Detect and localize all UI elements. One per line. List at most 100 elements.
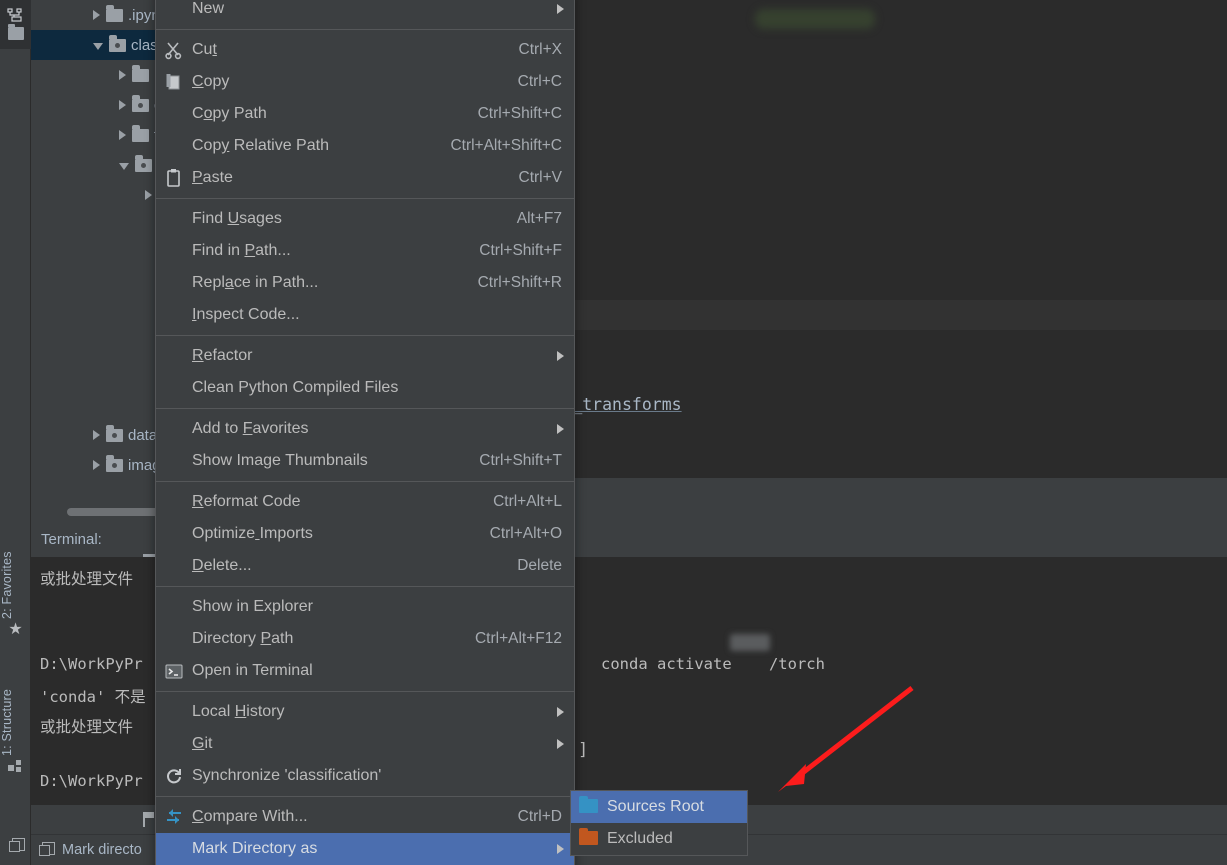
submenu-item-label: Sources Root xyxy=(607,798,704,815)
star-icon[interactable]: ★ xyxy=(8,622,23,638)
module-folder-icon xyxy=(109,35,126,52)
terminal-line: 或批处理文件 xyxy=(40,718,134,736)
menu-item-clean-python-compiled-files[interactable]: Clean Python Compiled Files xyxy=(156,372,574,404)
folder-blue-icon xyxy=(579,795,598,813)
menu-item-copy-path[interactable]: Copy Path Ctrl+Shift+C xyxy=(156,98,574,130)
chevron-right-icon[interactable] xyxy=(93,10,100,20)
tree-row[interactable]: r xyxy=(31,360,155,390)
menu-separator xyxy=(156,586,574,587)
folder-orange-icon xyxy=(579,827,598,845)
menu-item-inspect-code[interactable]: Inspect Code... xyxy=(156,299,574,331)
menu-item-compare-with[interactable]: Compare With... Ctrl+D xyxy=(156,801,574,833)
tree-row[interactable]: y xyxy=(31,390,155,420)
tree-row[interactable]: imag xyxy=(31,450,155,480)
tree-row[interactable] xyxy=(31,180,155,210)
menu-item-find-usages[interactable]: Find Usages Alt+F7 xyxy=(156,203,574,235)
tree-row[interactable]: f xyxy=(31,120,155,150)
menu-item-label: Optimize Imports xyxy=(192,525,313,542)
module-folder-icon xyxy=(106,425,123,442)
menu-item-refactor[interactable]: Refactor xyxy=(156,340,574,372)
tree-row[interactable] xyxy=(31,270,155,300)
menu-item-label: New xyxy=(192,0,225,17)
chevron-down-icon[interactable] xyxy=(93,42,103,50)
project-folder-icon[interactable] xyxy=(8,24,24,40)
menu-item-shortcut: Ctrl+Alt+Shift+C xyxy=(450,137,562,154)
tree-row[interactable] xyxy=(31,210,155,240)
menu-item-copy-relative-path[interactable]: Copy Relative Path Ctrl+Alt+Shift+C xyxy=(156,130,574,162)
chevron-right-icon[interactable] xyxy=(145,190,152,200)
menu-item-delete[interactable]: Delete... Delete xyxy=(156,550,574,582)
menu-item-reformat-code[interactable]: Reformat Code Ctrl+Alt+L xyxy=(156,486,574,518)
chevron-down-icon[interactable] xyxy=(119,162,129,170)
chevron-right-icon[interactable] xyxy=(93,460,100,470)
menu-item-new[interactable]: New xyxy=(156,0,574,25)
menu-separator xyxy=(156,335,574,336)
menu-item-show-in-explorer[interactable]: Show in Explorer xyxy=(156,591,574,623)
submenu-item-excluded[interactable]: Excluded xyxy=(571,823,747,855)
mark-directory-as-submenu[interactable]: Sources Root Excluded xyxy=(570,790,748,856)
menu-item-add-to-favorites[interactable]: Add to Favorites xyxy=(156,413,574,445)
context-menu[interactable]: New Cut Ctrl+X Copy Ctrl+C Copy Path Ctrl+Shif… xyxy=(155,0,575,865)
menu-item-shortcut: Ctrl+C xyxy=(517,73,562,90)
menu-item-copy[interactable]: Copy Ctrl+C xyxy=(156,66,574,98)
menu-separator xyxy=(156,408,574,409)
menu-item-paste[interactable]: Paste Ctrl+V xyxy=(156,162,574,194)
tree-row[interactable]: c xyxy=(31,300,155,330)
project-tree[interactable]: imagdatayrRcrfc.iclass.ipyn xyxy=(31,0,155,520)
menu-item-open-in-terminal[interactable]: Open in Terminal xyxy=(156,655,574,687)
folder-icon xyxy=(106,5,123,22)
folder-icon xyxy=(132,125,149,142)
chevron-right-icon[interactable] xyxy=(119,100,126,110)
tree-row-label: .ipyn xyxy=(128,6,155,24)
chevron-right-icon[interactable] xyxy=(119,70,126,80)
menu-item-label: Find in Path... xyxy=(192,242,291,259)
menu-separator xyxy=(156,198,574,199)
status-hint: Mark directo xyxy=(62,842,142,858)
chevron-right-icon[interactable] xyxy=(93,430,100,440)
menu-item-directory-path[interactable]: Directory Path Ctrl+Alt+F12 xyxy=(156,623,574,655)
tree-row[interactable]: .ipyn xyxy=(31,0,155,30)
tree-row[interactable]: R xyxy=(31,330,155,360)
menu-item-replace-in-path[interactable]: Replace in Path... Ctrl+Shift+R xyxy=(156,267,574,299)
terminal-line: D:\WorkPyPr xyxy=(40,655,143,673)
sidebar-tab-structure[interactable]: 1: Structure xyxy=(0,664,31,756)
menu-item-find-in-path[interactable]: Find in Path... Ctrl+Shift+F xyxy=(156,235,574,267)
menu-item-label: Delete... xyxy=(192,557,252,574)
menu-item-label: Synchronize 'classification' xyxy=(192,767,382,784)
tree-row[interactable]: data xyxy=(31,420,155,450)
submenu-item-label: Excluded xyxy=(607,830,673,847)
menu-item-local-history[interactable]: Local History xyxy=(156,696,574,728)
menu-item-label: Refactor xyxy=(192,347,253,364)
menu-item-label: Local History xyxy=(192,703,285,720)
menu-item-synchronize-classification[interactable]: Synchronize 'classification' xyxy=(156,760,574,792)
chevron-right-icon[interactable] xyxy=(119,130,126,140)
menu-item-label: Git xyxy=(192,735,213,752)
menu-item-cut[interactable]: Cut Ctrl+X xyxy=(156,34,574,66)
menu-item-optimize-imports[interactable]: Optimize Imports Ctrl+Alt+O xyxy=(156,518,574,550)
menu-item-label: Copy xyxy=(192,73,230,90)
menu-item-show-image-thumbnails[interactable]: Show Image Thumbnails Ctrl+Shift+T xyxy=(156,445,574,477)
submenu-arrow-icon xyxy=(557,707,564,717)
sidebar-tab-favorites[interactable]: 2: Favorites xyxy=(0,527,31,619)
tree-row[interactable]: class xyxy=(31,30,155,60)
tree-row[interactable]: r xyxy=(31,150,155,180)
copy-icon xyxy=(166,74,180,90)
tree-row[interactable]: c xyxy=(31,90,155,120)
menu-item-shortcut: Ctrl+Alt+O xyxy=(489,525,562,542)
terminal-line: 或批处理文件 xyxy=(40,570,134,588)
submenu-arrow-icon xyxy=(557,424,564,434)
paste-icon xyxy=(167,169,180,187)
submenu-arrow-icon xyxy=(557,4,564,14)
mark-window-icon[interactable] xyxy=(9,838,26,855)
project-structure-icon[interactable] xyxy=(7,8,24,23)
tree-row-label: class xyxy=(131,36,155,54)
tree-row[interactable]: .i xyxy=(31,60,155,90)
menu-item-label: Directory Path xyxy=(192,630,294,647)
menu-item-mark-directory-as[interactable]: Mark Directory as xyxy=(156,833,574,865)
tree-row[interactable] xyxy=(31,240,155,270)
menu-item-git[interactable]: Git xyxy=(156,728,574,760)
structure-grid-icon[interactable] xyxy=(8,760,23,773)
menu-item-shortcut: Delete xyxy=(517,557,562,574)
tree-horizontal-scrollbar[interactable] xyxy=(67,508,155,516)
submenu-item-sources-root[interactable]: Sources Root xyxy=(571,791,747,823)
